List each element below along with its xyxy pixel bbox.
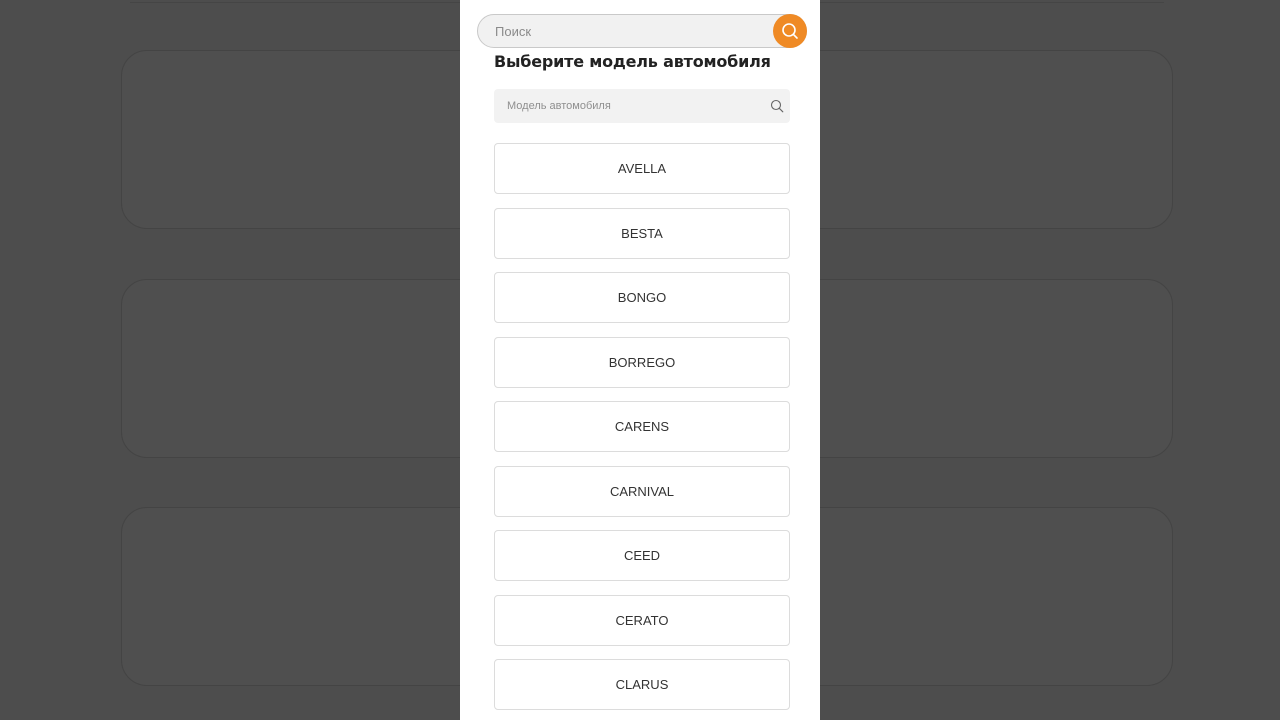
model-option-carens[interactable]: CARENS — [494, 401, 790, 452]
model-list: AVELLA BESTA BONGO BORREGO CARENS CARNIV… — [494, 143, 790, 720]
header-search-input[interactable] — [478, 15, 768, 47]
model-option-cerato[interactable]: CERATO — [494, 594, 790, 646]
model-option-bongo[interactable]: BONGO — [494, 272, 790, 323]
model-select-modal: Выберите модель автомобиля AVELLA BESTA … — [460, 0, 820, 720]
search-icon[interactable] — [770, 99, 784, 113]
model-option-besta[interactable]: BESTA — [494, 207, 790, 259]
model-option-avella[interactable]: AVELLA — [494, 143, 790, 194]
model-option-ceed[interactable]: CEED — [494, 530, 790, 581]
search-icon — [782, 23, 798, 39]
header-search-button[interactable] — [773, 14, 807, 48]
model-option-clarus[interactable]: CLARUS — [494, 659, 790, 710]
modal-title: Выберите модель автомобиля — [494, 52, 771, 71]
model-option-borrego[interactable]: BORREGO — [494, 336, 790, 388]
header-search-bar — [477, 14, 807, 48]
model-search-input[interactable] — [494, 89, 759, 123]
model-option-carnival[interactable]: CARNIVAL — [494, 465, 790, 517]
model-search-field — [494, 89, 790, 123]
